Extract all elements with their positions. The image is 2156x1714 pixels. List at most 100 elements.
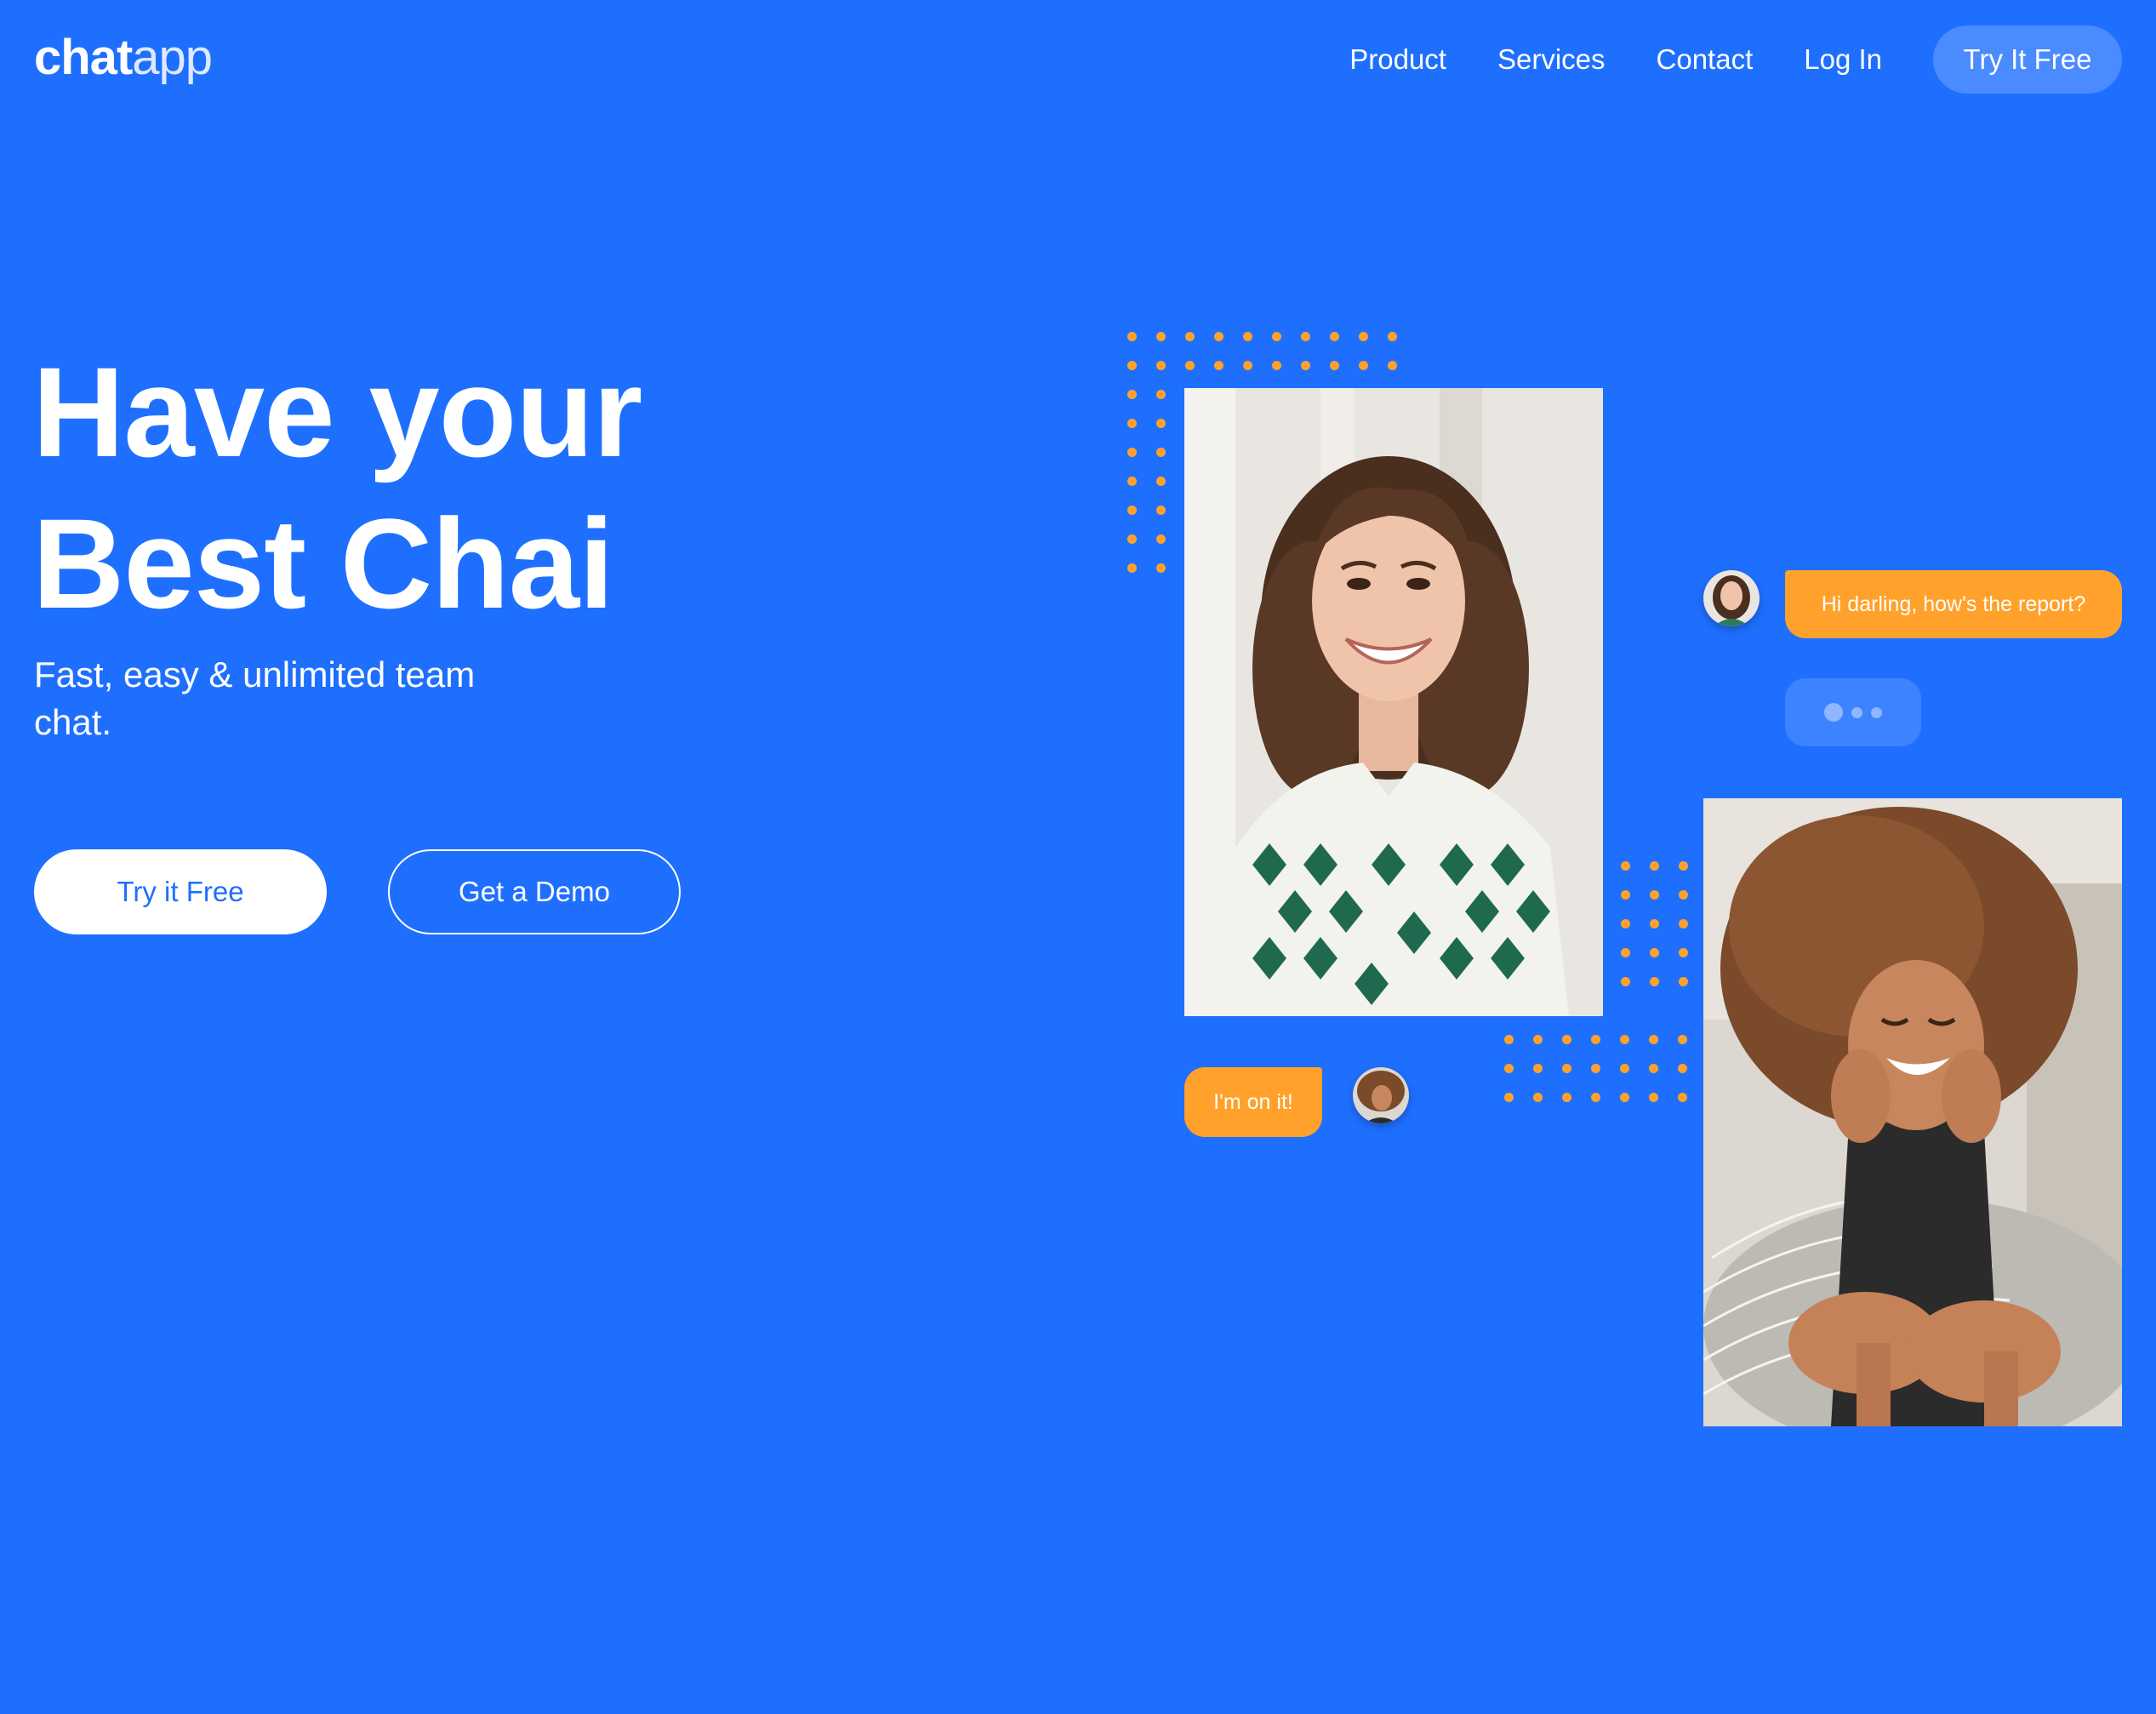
dot bbox=[1621, 948, 1630, 957]
dot bbox=[1504, 1035, 1514, 1044]
logo-light-text: app bbox=[132, 30, 213, 85]
try-it-free-nav-button[interactable]: Try It Free bbox=[1933, 26, 2122, 94]
dot bbox=[1591, 1093, 1600, 1102]
dot bbox=[1649, 1035, 1658, 1044]
dot bbox=[1621, 861, 1630, 871]
dot bbox=[1504, 1064, 1514, 1073]
typing-dot bbox=[1851, 706, 1862, 718]
dot bbox=[1562, 1035, 1571, 1044]
dot bbox=[1127, 448, 1137, 457]
dot bbox=[1185, 332, 1195, 341]
dot bbox=[1156, 448, 1166, 457]
nav-product-link[interactable]: Product bbox=[1349, 43, 1446, 76]
dot bbox=[1591, 1064, 1600, 1073]
dot bbox=[1679, 919, 1688, 928]
nav-login-link[interactable]: Log In bbox=[1804, 43, 1882, 76]
dot bbox=[1533, 1035, 1543, 1044]
dot-pattern-top bbox=[1127, 332, 1417, 390]
woman-smiling-photo bbox=[1184, 388, 1603, 1016]
dot bbox=[1156, 477, 1166, 486]
dot-pattern-left bbox=[1127, 390, 1185, 592]
dot-pattern-right bbox=[1621, 861, 1708, 1006]
dot bbox=[1620, 1093, 1629, 1102]
dot bbox=[1127, 419, 1137, 428]
hero-title-line-2: Best Chai bbox=[32, 492, 614, 635]
dot bbox=[1127, 534, 1137, 544]
dot bbox=[1272, 361, 1281, 370]
dot bbox=[1301, 361, 1310, 370]
dot bbox=[1127, 332, 1137, 341]
dot bbox=[1330, 361, 1339, 370]
dot bbox=[1127, 390, 1137, 399]
dot bbox=[1388, 361, 1397, 370]
dot bbox=[1621, 919, 1630, 928]
logo-bold-text: chat bbox=[34, 30, 133, 85]
dot bbox=[1621, 890, 1630, 900]
dot bbox=[1679, 890, 1688, 900]
dot bbox=[1156, 506, 1166, 515]
dot bbox=[1679, 948, 1688, 957]
landing-page: chatapp Product Services Contact Log In … bbox=[0, 0, 2156, 1714]
dot bbox=[1504, 1093, 1514, 1102]
chat-reply-bubble: I'm on it! bbox=[1184, 1067, 1322, 1137]
dot bbox=[1678, 1064, 1687, 1073]
dot bbox=[1678, 1035, 1687, 1044]
woman-laughing-photo bbox=[1703, 798, 2122, 1426]
typing-dot bbox=[1824, 703, 1843, 722]
dot bbox=[1127, 563, 1137, 573]
dot bbox=[1156, 332, 1166, 341]
dot bbox=[1185, 361, 1195, 370]
dot bbox=[1621, 977, 1630, 986]
dot bbox=[1214, 361, 1223, 370]
dot bbox=[1649, 1093, 1658, 1102]
dot bbox=[1591, 1035, 1600, 1044]
dot bbox=[1156, 390, 1166, 399]
dot bbox=[1678, 1093, 1687, 1102]
dot bbox=[1650, 861, 1659, 871]
dot bbox=[1127, 506, 1137, 515]
dot bbox=[1127, 361, 1137, 370]
dot bbox=[1649, 1064, 1658, 1073]
dot bbox=[1156, 361, 1166, 370]
dot bbox=[1650, 977, 1659, 986]
dot bbox=[1620, 1064, 1629, 1073]
nav-services-link[interactable]: Services bbox=[1497, 43, 1606, 76]
dot bbox=[1359, 361, 1368, 370]
hero-subtitle: Fast, easy & unlimited team chat. bbox=[34, 654, 476, 742]
nav-contact-link[interactable]: Contact bbox=[1657, 43, 1754, 76]
dot bbox=[1359, 332, 1368, 341]
dot bbox=[1127, 477, 1137, 486]
curly-hair-avatar bbox=[1353, 1067, 1409, 1123]
dot bbox=[1620, 1035, 1629, 1044]
dot-pattern-bottom bbox=[1504, 1035, 1707, 1122]
dot bbox=[1301, 332, 1310, 341]
dot bbox=[1272, 332, 1281, 341]
dot bbox=[1330, 332, 1339, 341]
typing-indicator bbox=[1785, 678, 1921, 746]
hero-title-line-1: Have your bbox=[32, 340, 642, 483]
dot bbox=[1243, 361, 1252, 370]
dot bbox=[1562, 1093, 1571, 1102]
dot bbox=[1243, 332, 1252, 341]
dot bbox=[1156, 419, 1166, 428]
dot bbox=[1679, 861, 1688, 871]
chatapp-logo[interactable]: chatapp bbox=[34, 24, 213, 92]
dot bbox=[1388, 332, 1397, 341]
typing-dot bbox=[1871, 706, 1882, 718]
dot bbox=[1562, 1064, 1571, 1073]
woman-avatar bbox=[1703, 570, 1760, 626]
dot bbox=[1214, 332, 1223, 341]
dot bbox=[1156, 534, 1166, 544]
dot bbox=[1650, 919, 1659, 928]
try-it-free-button[interactable]: Try it Free bbox=[34, 849, 327, 934]
get-a-demo-button[interactable]: Get a Demo bbox=[388, 849, 681, 934]
dot bbox=[1650, 948, 1659, 957]
chat-message-bubble: Hi darling, how's the report? bbox=[1785, 570, 2122, 638]
dot bbox=[1156, 563, 1166, 573]
dot bbox=[1650, 890, 1659, 900]
dot bbox=[1533, 1093, 1543, 1102]
main-nav: Product Services Contact Log In Try It F… bbox=[1298, 26, 2122, 94]
dot bbox=[1533, 1064, 1543, 1073]
hero-title: Have your Best Chai bbox=[32, 336, 642, 639]
dot bbox=[1679, 977, 1688, 986]
